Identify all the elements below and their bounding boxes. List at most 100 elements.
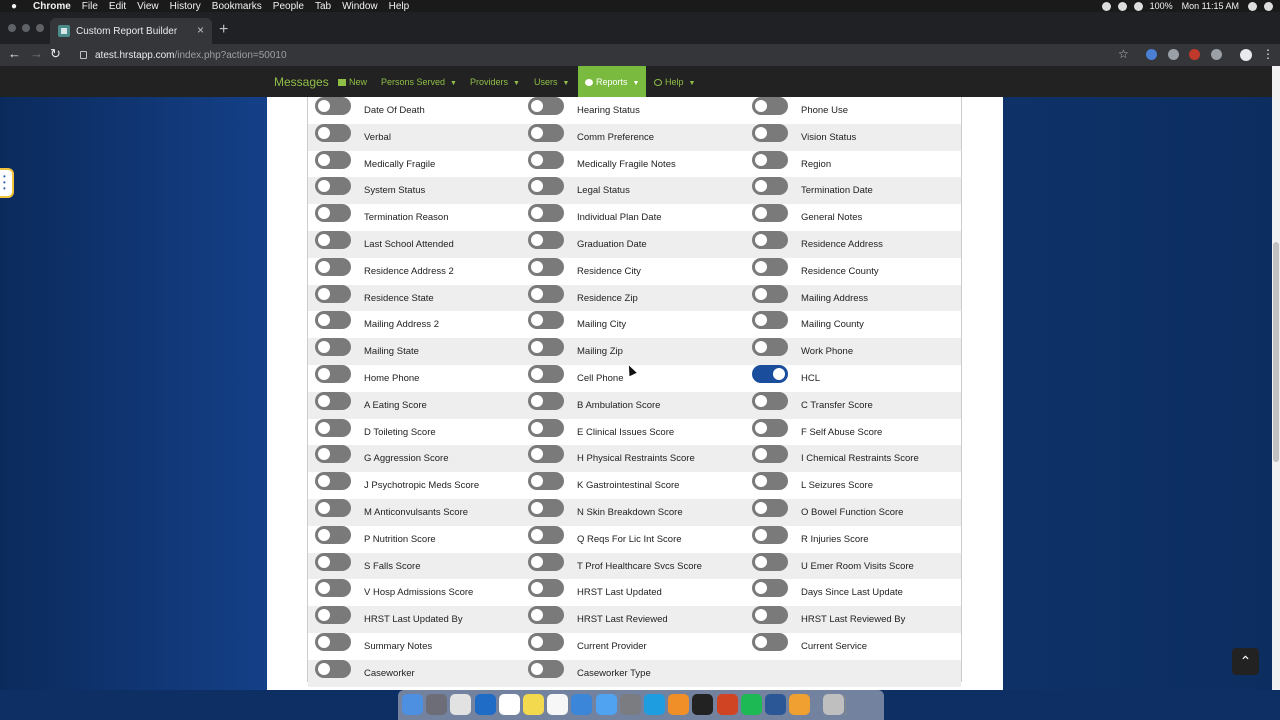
field-toggle-switch[interactable] — [528, 579, 564, 598]
field-toggle-switch[interactable] — [752, 311, 788, 330]
menu-edit[interactable]: Edit — [109, 1, 126, 12]
field-toggle-switch[interactable] — [315, 97, 351, 115]
browser-menu-icon[interactable]: ⋮ — [1262, 47, 1274, 61]
menu-people[interactable]: People — [273, 1, 304, 12]
nav-reports-link[interactable]: Reports ▼ — [578, 66, 647, 97]
field-toggle-switch[interactable] — [315, 659, 351, 678]
chevron-up-icon[interactable]: ⌃ — [1232, 648, 1259, 675]
field-toggle-switch[interactable] — [528, 123, 564, 142]
field-toggle-switch[interactable] — [528, 338, 564, 357]
browser-tab[interactable]: Custom Report Builder × — [50, 18, 212, 44]
field-toggle-switch[interactable] — [315, 284, 351, 303]
menu-view[interactable]: View — [137, 1, 159, 12]
field-toggle-switch[interactable] — [752, 338, 788, 357]
menu-file[interactable]: File — [82, 1, 98, 12]
extension-icon[interactable] — [1189, 49, 1200, 60]
field-toggle-switch[interactable] — [528, 445, 564, 464]
field-toggle-switch[interactable] — [528, 525, 564, 544]
field-toggle-switch[interactable] — [752, 231, 788, 249]
extension-icon[interactable] — [1146, 49, 1157, 60]
wifi-icon[interactable] — [1133, 1, 1143, 11]
field-toggle-switch[interactable] — [315, 552, 351, 571]
nav-users-link[interactable]: Users ▼ — [534, 77, 569, 87]
system-preferences-icon[interactable] — [619, 694, 641, 715]
field-toggle-switch[interactable] — [315, 177, 351, 196]
extension-icon[interactable] — [1168, 49, 1179, 60]
terminal-icon[interactable] — [692, 694, 714, 715]
cloud-icon[interactable] — [1117, 1, 1127, 11]
menu-help[interactable]: Help — [389, 1, 410, 12]
field-toggle-switch[interactable] — [315, 391, 351, 410]
safari-icon[interactable] — [571, 694, 593, 715]
notes-icon[interactable] — [523, 694, 544, 715]
field-toggle-switch[interactable] — [528, 150, 564, 169]
field-toggle-switch[interactable] — [752, 150, 788, 169]
field-toggle-switch[interactable] — [752, 204, 788, 223]
spotlight-icon[interactable] — [1248, 1, 1257, 11]
field-toggle-switch[interactable] — [752, 472, 788, 491]
field-toggle-switch[interactable] — [315, 499, 351, 517]
apple-icon[interactable]: ● — [11, 1, 25, 12]
field-toggle-switch[interactable] — [752, 284, 788, 303]
field-toggle-switch[interactable] — [752, 552, 788, 571]
field-toggle-switch[interactable] — [528, 231, 564, 249]
field-toggle-switch[interactable] — [528, 659, 564, 678]
side-menu-tab[interactable]: • • • — [0, 168, 14, 198]
field-toggle-switch[interactable] — [528, 365, 564, 383]
tab-close-icon[interactable]: × — [197, 23, 204, 37]
field-toggle-switch[interactable] — [752, 499, 788, 517]
profile-avatar-icon[interactable] — [1240, 49, 1252, 61]
field-toggle-switch[interactable] — [528, 284, 564, 303]
dropbox-icon[interactable] — [1101, 1, 1111, 11]
notification-center-icon[interactable] — [1264, 1, 1273, 11]
field-toggle-switch[interactable] — [528, 311, 564, 330]
menu-tab[interactable]: Tab — [315, 1, 331, 12]
field-toggle-switch[interactable] — [752, 445, 788, 464]
nav-help-link[interactable]: Help ▼ — [654, 77, 695, 87]
field-toggle-switch[interactable] — [528, 418, 564, 437]
back-arrow-icon[interactable]: ← — [8, 47, 21, 61]
sublime-icon[interactable] — [668, 694, 690, 715]
field-toggle-switch[interactable] — [752, 579, 788, 598]
field-toggle-switch[interactable] — [752, 365, 788, 383]
field-toggle-switch[interactable] — [752, 177, 788, 196]
new-tab-icon[interactable]: + — [219, 21, 228, 39]
chrome-icon[interactable] — [450, 694, 472, 715]
field-toggle-switch[interactable] — [528, 97, 564, 115]
field-toggle-switch[interactable] — [315, 606, 351, 625]
field-toggle-switch[interactable] — [528, 257, 564, 276]
field-toggle-switch[interactable] — [315, 257, 351, 276]
reminders-icon[interactable] — [547, 694, 569, 715]
field-toggle-switch[interactable] — [315, 365, 351, 383]
window-minimize-icon[interactable] — [22, 24, 30, 32]
address-bar[interactable]: atest.hrstapp.com /index.php?action=5001… — [72, 45, 1138, 65]
field-toggle-switch[interactable] — [752, 606, 788, 625]
skype-icon[interactable] — [644, 694, 665, 715]
trash-icon[interactable] — [823, 694, 845, 715]
menu-history[interactable]: History — [170, 1, 201, 12]
field-toggle-switch[interactable] — [752, 633, 788, 651]
field-toggle-switch[interactable] — [315, 123, 351, 142]
menu-bookmarks[interactable]: Bookmarks — [212, 1, 262, 12]
field-toggle-switch[interactable] — [528, 499, 564, 517]
field-toggle-switch[interactable] — [528, 552, 564, 571]
battery-percent[interactable]: 100% — [1150, 1, 1173, 11]
field-toggle-switch[interactable] — [315, 204, 351, 223]
field-toggle-switch[interactable] — [752, 123, 788, 142]
messages-icon[interactable] — [595, 694, 617, 715]
field-toggle-switch[interactable] — [315, 150, 351, 169]
field-toggle-switch[interactable] — [528, 472, 564, 491]
menu-app-name[interactable]: Chrome — [33, 1, 71, 12]
powerpoint-icon[interactable] — [716, 694, 738, 715]
snowflake-icon[interactable] — [789, 694, 811, 715]
field-toggle-switch[interactable] — [528, 177, 564, 196]
field-toggle-switch[interactable] — [752, 418, 788, 437]
field-toggle-switch[interactable] — [528, 204, 564, 223]
menu-clock[interactable]: Mon 11:15 AM — [1182, 1, 1239, 11]
field-toggle-switch[interactable] — [315, 579, 351, 598]
field-toggle-switch[interactable] — [752, 97, 788, 115]
field-toggle-switch[interactable] — [528, 391, 564, 410]
field-toggle-switch[interactable] — [752, 257, 788, 276]
scrollbar-thumb[interactable] — [1273, 242, 1279, 462]
field-toggle-switch[interactable] — [315, 311, 351, 330]
